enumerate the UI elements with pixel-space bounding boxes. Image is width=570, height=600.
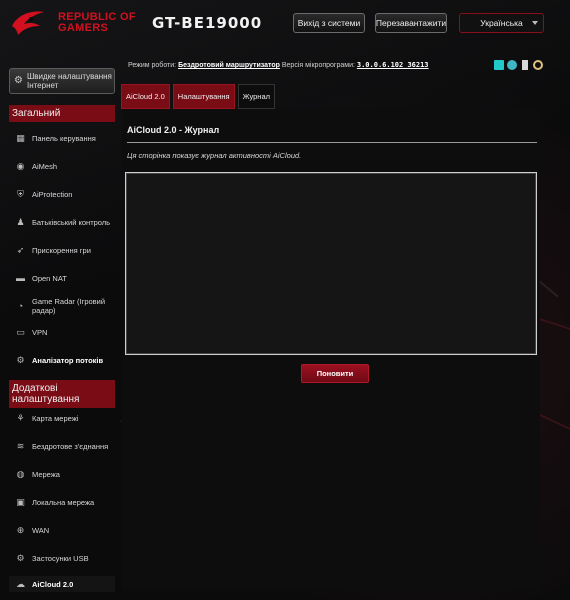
sidebar-item-wireless[interactable]: ≋ Бездротове з'єднання	[9, 438, 115, 454]
page-title: AiCloud 2.0 - Журнал	[127, 125, 220, 135]
sidebar-item-label: Мережа	[32, 469, 60, 479]
sidebar-item-game-boost[interactable]: ➶ Прискорення гри	[9, 242, 115, 258]
brand-line-2: GAMERS	[58, 22, 109, 34]
parental-control-icon: ♟	[16, 216, 25, 227]
log-panel: AiCloud 2.0 - Журнал Ця сторінка показує…	[122, 109, 540, 589]
tab-bar: AiCloud 2.0 Налаштування Журнал	[121, 84, 275, 109]
brand-name: REPUBLIC OF GAMERS	[58, 12, 136, 34]
sidebar-item-aicloud[interactable]: ☁ AiCloud 2.0	[9, 576, 115, 592]
wireless-icon: ≋	[16, 440, 25, 451]
wan-icon: ⊕	[16, 524, 25, 535]
sidebar-item-game-radar[interactable]: ◔ Game Radar (Ігровий радар)	[9, 295, 115, 317]
sidebar-item-label: VPN	[32, 327, 48, 337]
sidebar-item-traffic-analyzer[interactable]: ⚙ Аналізатор потоків	[9, 352, 115, 368]
quick-setup-label: Швидке налаштування Інтернет	[26, 72, 112, 90]
vpn-icon: ▭	[16, 326, 25, 337]
sidebar-item-lan[interactable]: ▣ Локальна мережа	[9, 494, 115, 510]
sidebar-item-label: Батьківський контроль	[32, 217, 111, 227]
network-map-icon: ⚘	[16, 412, 25, 423]
sidebar-item-label: AiProtection	[32, 189, 73, 199]
sidebar-item-network-map[interactable]: ⚘ Карта мережі	[9, 410, 115, 426]
sidebar-item-label: Локальна мережа	[32, 497, 95, 507]
sidebar-item-label: Бездротове з'єднання	[32, 441, 109, 451]
open-nat-icon: ▬	[16, 273, 25, 283]
network-icon: ◍	[16, 468, 25, 479]
general-section-title: Загальний	[9, 105, 115, 122]
language-select[interactable]: Українська	[459, 13, 544, 33]
lan-icon: ▣	[16, 496, 25, 507]
sidebar-item-open-nat[interactable]: ▬ Open NAT	[9, 270, 115, 286]
traffic-analyzer-icon: ⚙	[16, 354, 25, 365]
shield-icon: ⛨	[17, 188, 24, 199]
quick-setup-icon: ⚙	[14, 75, 23, 86]
status-icons	[494, 60, 543, 70]
title-divider	[127, 142, 537, 143]
operation-mode-link[interactable]: Бездротовий маршрутизатор	[178, 62, 280, 69]
sidebar: ⚙ Швидке налаштування Інтернет Загальний…	[0, 60, 118, 600]
firmware-label: Версія мікропрограми:	[281, 62, 355, 69]
network-status-icon[interactable]	[494, 60, 504, 70]
radar-icon: ◔	[17, 301, 24, 311]
quick-setup-button[interactable]: ⚙ Швидке налаштування Інтернет	[9, 68, 115, 94]
sidebar-item-aiprotection[interactable]: ⛨ AiProtection	[9, 186, 115, 202]
usb-icon: ⚙	[16, 552, 25, 563]
top-header: REPUBLIC OF GAMERS GT-BE19000 Вихід з си…	[0, 0, 570, 46]
logout-button[interactable]: Вихід з системи	[293, 13, 365, 33]
advanced-section-title: Додаткові налаштування	[9, 380, 115, 408]
model-name: GT-BE19000	[152, 14, 263, 32]
sidebar-item-wan[interactable]: ⊕ WAN	[9, 522, 115, 538]
sidebar-item-vpn[interactable]: ▭ VPN	[9, 324, 115, 340]
firmware-version-link[interactable]: 3.0.0.6.102_36213	[357, 61, 429, 69]
page-description: Ця сторінка показує журнал активності Ai…	[127, 151, 302, 160]
reboot-button[interactable]: Перезавантажити	[375, 13, 447, 33]
tab-aicloud[interactable]: AiCloud 2.0	[121, 84, 170, 109]
rog-logo-icon	[12, 11, 44, 36]
tab-log[interactable]: Журнал	[237, 84, 275, 109]
wifi-status-icon[interactable]	[507, 60, 517, 70]
operation-mode-label: Режим роботи:	[128, 62, 177, 69]
rocket-icon: ➶	[16, 244, 25, 255]
status-bar: Режим роботи: Бездротовий маршрутизатор …	[128, 61, 429, 69]
sidebar-item-usb-apps[interactable]: ⚙ Застосунки USB	[9, 550, 115, 566]
sidebar-item-label: AiMesh	[32, 161, 58, 171]
sidebar-item-label: Карта мережі	[32, 413, 79, 423]
sidebar-item-label: Застосунки USB	[32, 553, 89, 563]
sidebar-item-label: Аналізатор потоків	[32, 355, 104, 365]
sidebar-item-label: WAN	[32, 525, 50, 535]
sidebar-item-label: Панель керування	[32, 133, 96, 143]
chevron-down-icon	[532, 21, 538, 25]
sidebar-item-dashboard[interactable]: ▦ Панель керування	[9, 130, 115, 146]
sidebar-item-label: Прискорення гри	[32, 245, 91, 255]
language-value: Українська	[480, 18, 523, 28]
dashboard-icon: ▦	[16, 132, 25, 143]
sidebar-item-label: Open NAT	[32, 273, 67, 283]
sidebar-item-network[interactable]: ◍ Мережа	[9, 466, 115, 482]
aimesh-icon: ◉	[16, 160, 25, 171]
refresh-button[interactable]: Поновити	[301, 364, 369, 383]
log-textarea[interactable]	[125, 172, 537, 355]
cloud-icon: ☁	[16, 578, 25, 589]
sidebar-item-label: AiCloud 2.0	[32, 579, 74, 589]
sidebar-item-aimesh[interactable]: ◉ AiMesh	[9, 158, 115, 174]
sidebar-item-label: Game Radar (Ігровий радар)	[32, 297, 106, 315]
settings-status-icon[interactable]	[533, 60, 543, 70]
tab-settings[interactable]: Налаштування	[172, 84, 235, 109]
usb-status-icon[interactable]	[522, 60, 528, 70]
sidebar-item-parental-control[interactable]: ♟ Батьківський контроль	[9, 214, 115, 230]
